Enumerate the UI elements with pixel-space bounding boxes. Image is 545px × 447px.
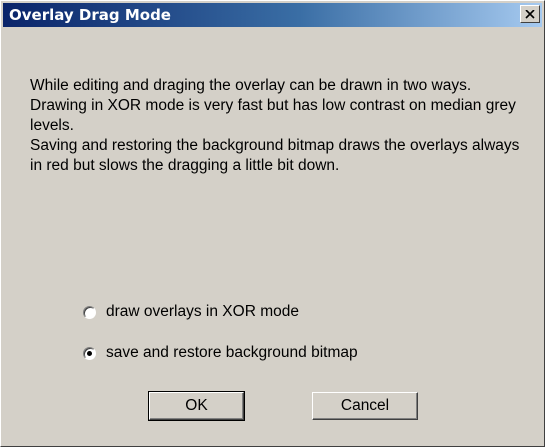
radio-icon[interactable] [83, 346, 96, 360]
cancel-button[interactable]: Cancel [312, 392, 418, 420]
close-icon [525, 9, 535, 19]
description-line-1: While editing and draging the overlay ca… [30, 77, 472, 94]
title-bar[interactable]: Overlay Drag Mode [3, 3, 542, 27]
description-line-2: Drawing in XOR mode is very fast but has… [30, 97, 516, 134]
option-xor-label: draw overlays in XOR mode [106, 303, 299, 320]
dialog-window: Overlay Drag Mode While editing and drag… [0, 0, 545, 447]
option-xor-mode[interactable]: draw overlays in XOR mode [83, 302, 299, 322]
description-text: While editing and draging the overlay ca… [30, 76, 520, 176]
option-save-restore-label: save and restore background bitmap [106, 344, 358, 361]
description-line-3: Saving and restoring the background bitm… [30, 137, 520, 174]
ok-button[interactable]: OK [148, 391, 245, 421]
dialog-title: Overlay Drag Mode [9, 6, 171, 24]
radio-icon[interactable] [83, 305, 96, 319]
close-button[interactable] [520, 5, 540, 23]
option-save-restore[interactable]: save and restore background bitmap [83, 343, 358, 363]
